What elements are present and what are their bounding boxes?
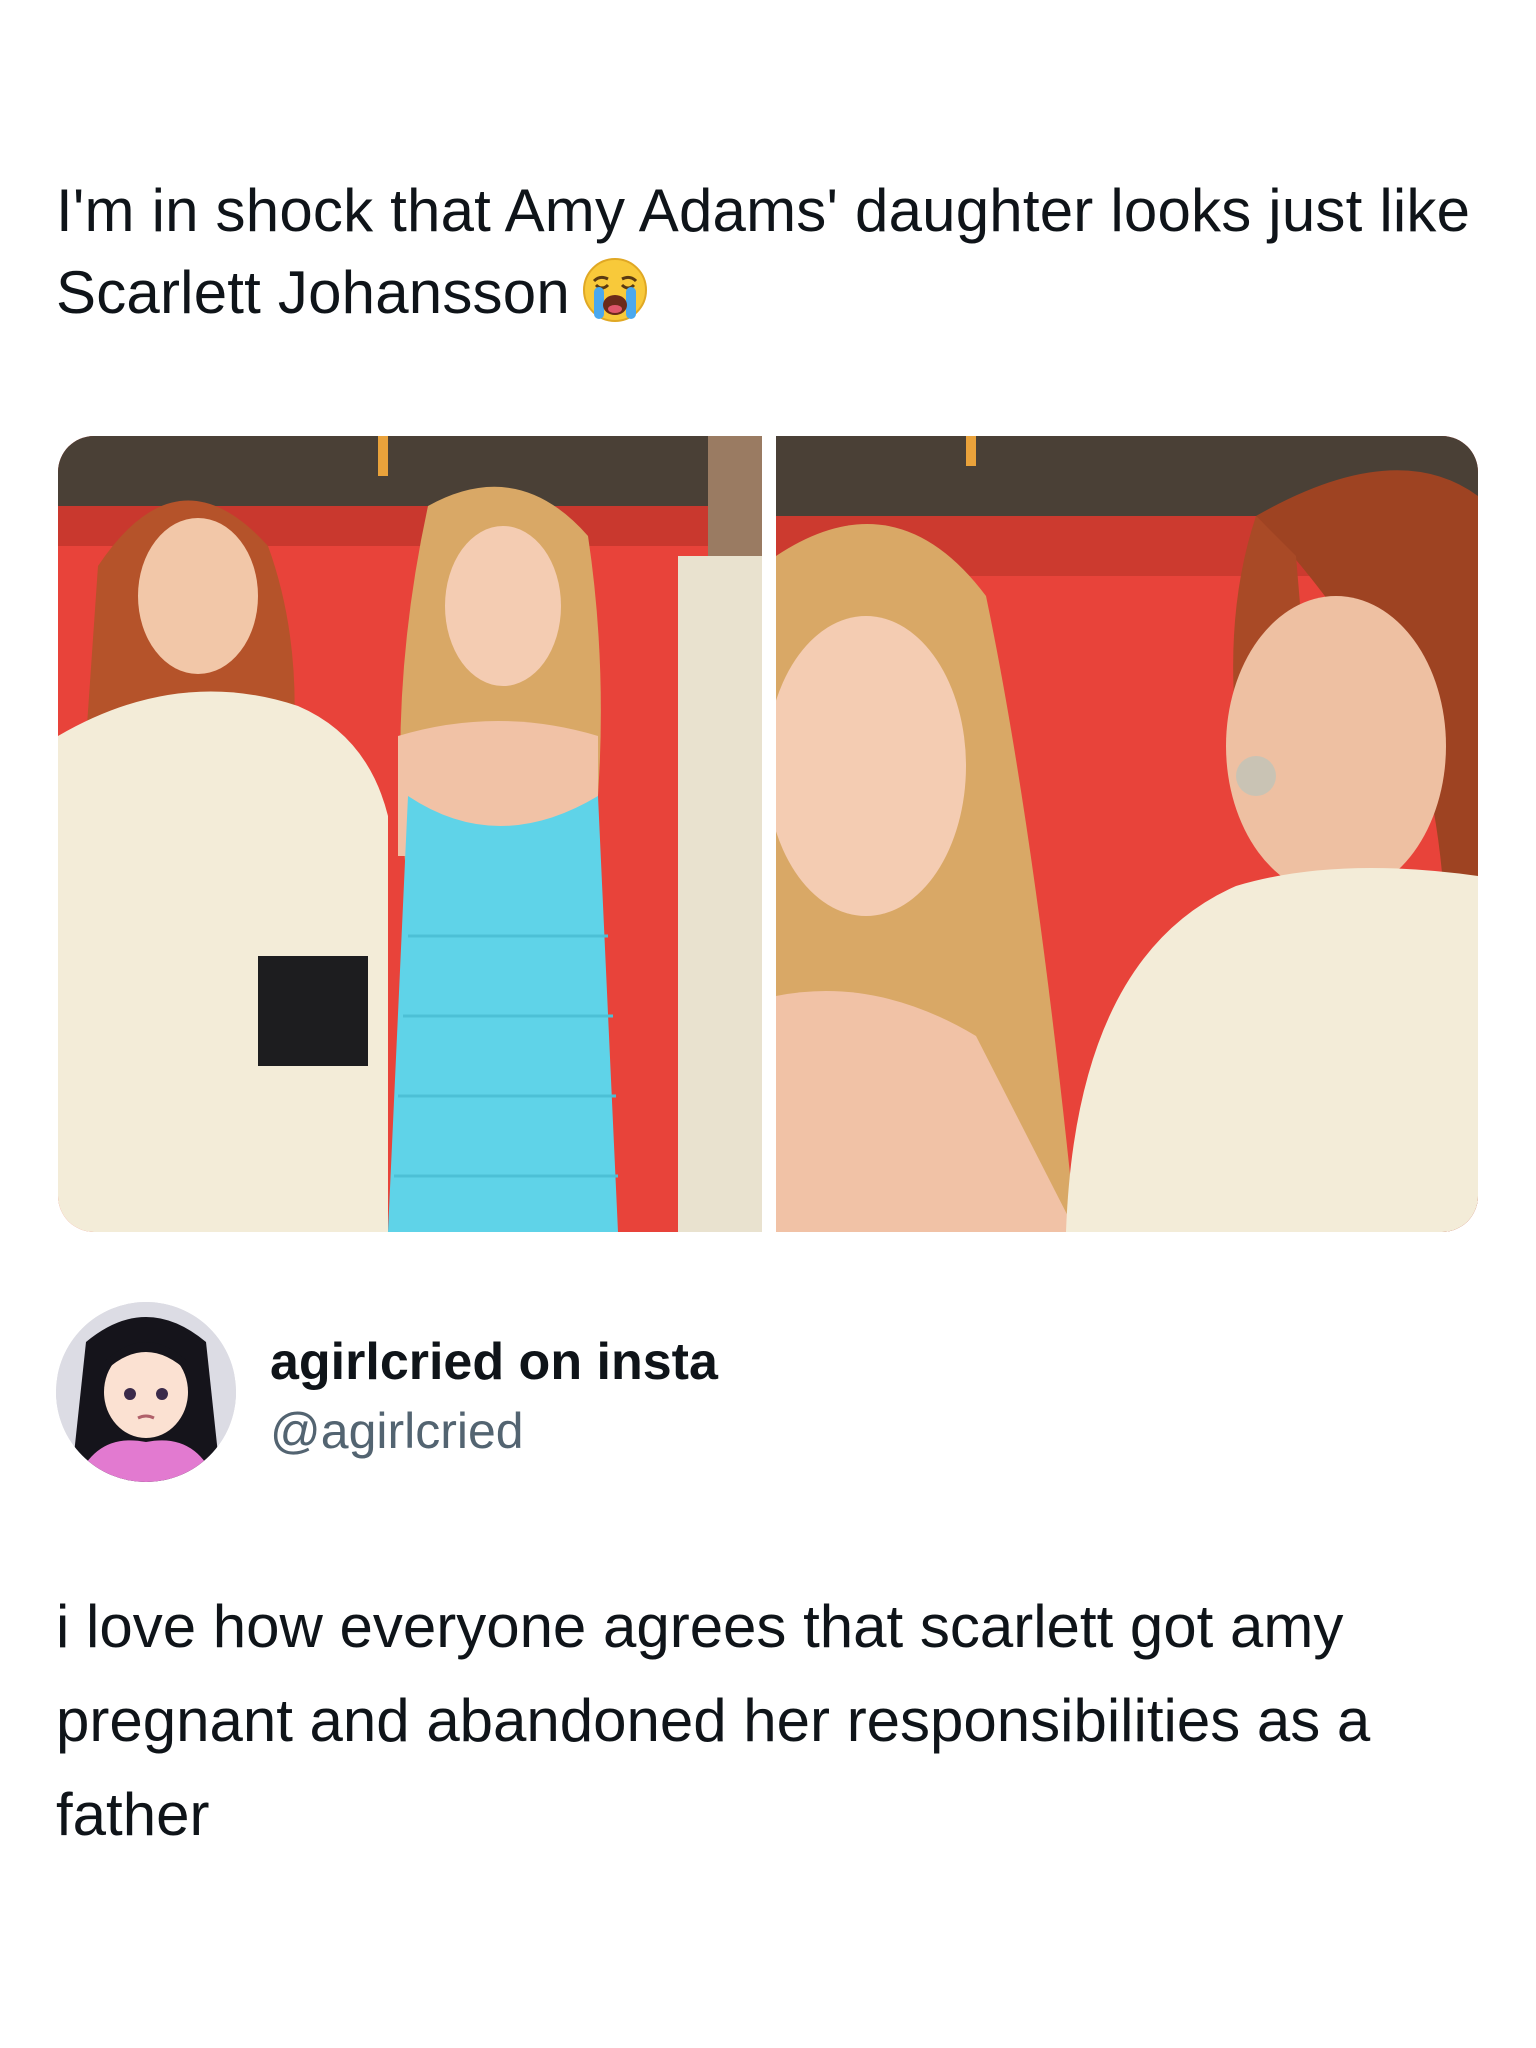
anime-girl-avatar-icon[interactable] bbox=[56, 1302, 236, 1482]
red-carpet-full-photo[interactable] bbox=[58, 436, 762, 1232]
post-text-body: I'm in shock that Amy Adams' daughter lo… bbox=[56, 177, 1471, 326]
author-display-name[interactable]: agirlcried on insta bbox=[270, 1332, 718, 1392]
red-carpet-closeup-photo[interactable] bbox=[776, 436, 1478, 1232]
media-grid[interactable] bbox=[58, 436, 1478, 1232]
crying-face-emoji-icon bbox=[580, 255, 650, 325]
author-block[interactable]: agirlcried on insta @agirlcried bbox=[56, 1298, 1156, 1488]
post-text: I'm in shock that Amy Adams' daughter lo… bbox=[56, 170, 1496, 334]
author-handle[interactable]: @agirlcried bbox=[270, 1402, 524, 1460]
reply-text: i love how everyone agrees that scarlett… bbox=[56, 1593, 1371, 1848]
